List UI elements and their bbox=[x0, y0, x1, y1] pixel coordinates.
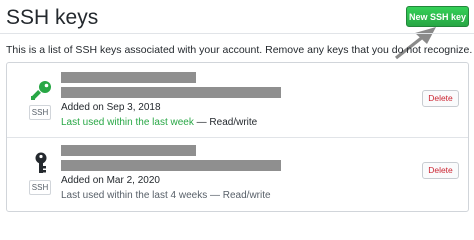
last-used-status: Last used within the last 4 weeks — Read… bbox=[61, 190, 271, 201]
key-icon bbox=[31, 81, 51, 100]
key-icon bbox=[35, 152, 47, 173]
delete-button[interactable]: Delete bbox=[422, 90, 459, 107]
last-used-text: Last used within the last week bbox=[61, 117, 194, 128]
redacted-fingerprint bbox=[61, 87, 281, 98]
redacted-fingerprint bbox=[61, 160, 281, 171]
list-item: SSH Added on Sep 3, 2018 Last used withi… bbox=[7, 63, 468, 137]
last-used-status: Last used within the last week — Read/wr… bbox=[61, 117, 257, 128]
access-level: — Read/write bbox=[193, 117, 258, 128]
added-date: Added on Sep 3, 2018 bbox=[61, 102, 161, 113]
redacted-key-title bbox=[61, 145, 196, 156]
redacted-key-title bbox=[61, 72, 196, 83]
pointer-arrow bbox=[395, 27, 436, 60]
divider bbox=[0, 33, 474, 34]
delete-button[interactable]: Delete bbox=[422, 162, 459, 179]
ssh-key-list: SSH Added on Sep 3, 2018 Last used withi… bbox=[6, 62, 469, 212]
last-used-text: Last used within the last 4 weeks bbox=[61, 190, 208, 201]
list-item: SSH Added on Mar 2, 2020 Last used withi… bbox=[7, 137, 468, 212]
ssh-badge: SSH bbox=[29, 180, 51, 195]
description-text: This is a list of SSH keys associated wi… bbox=[6, 44, 473, 56]
ssh-badge: SSH bbox=[29, 105, 51, 120]
added-date: Added on Mar 2, 2020 bbox=[61, 175, 160, 186]
access-level: — Read/write bbox=[207, 190, 271, 201]
